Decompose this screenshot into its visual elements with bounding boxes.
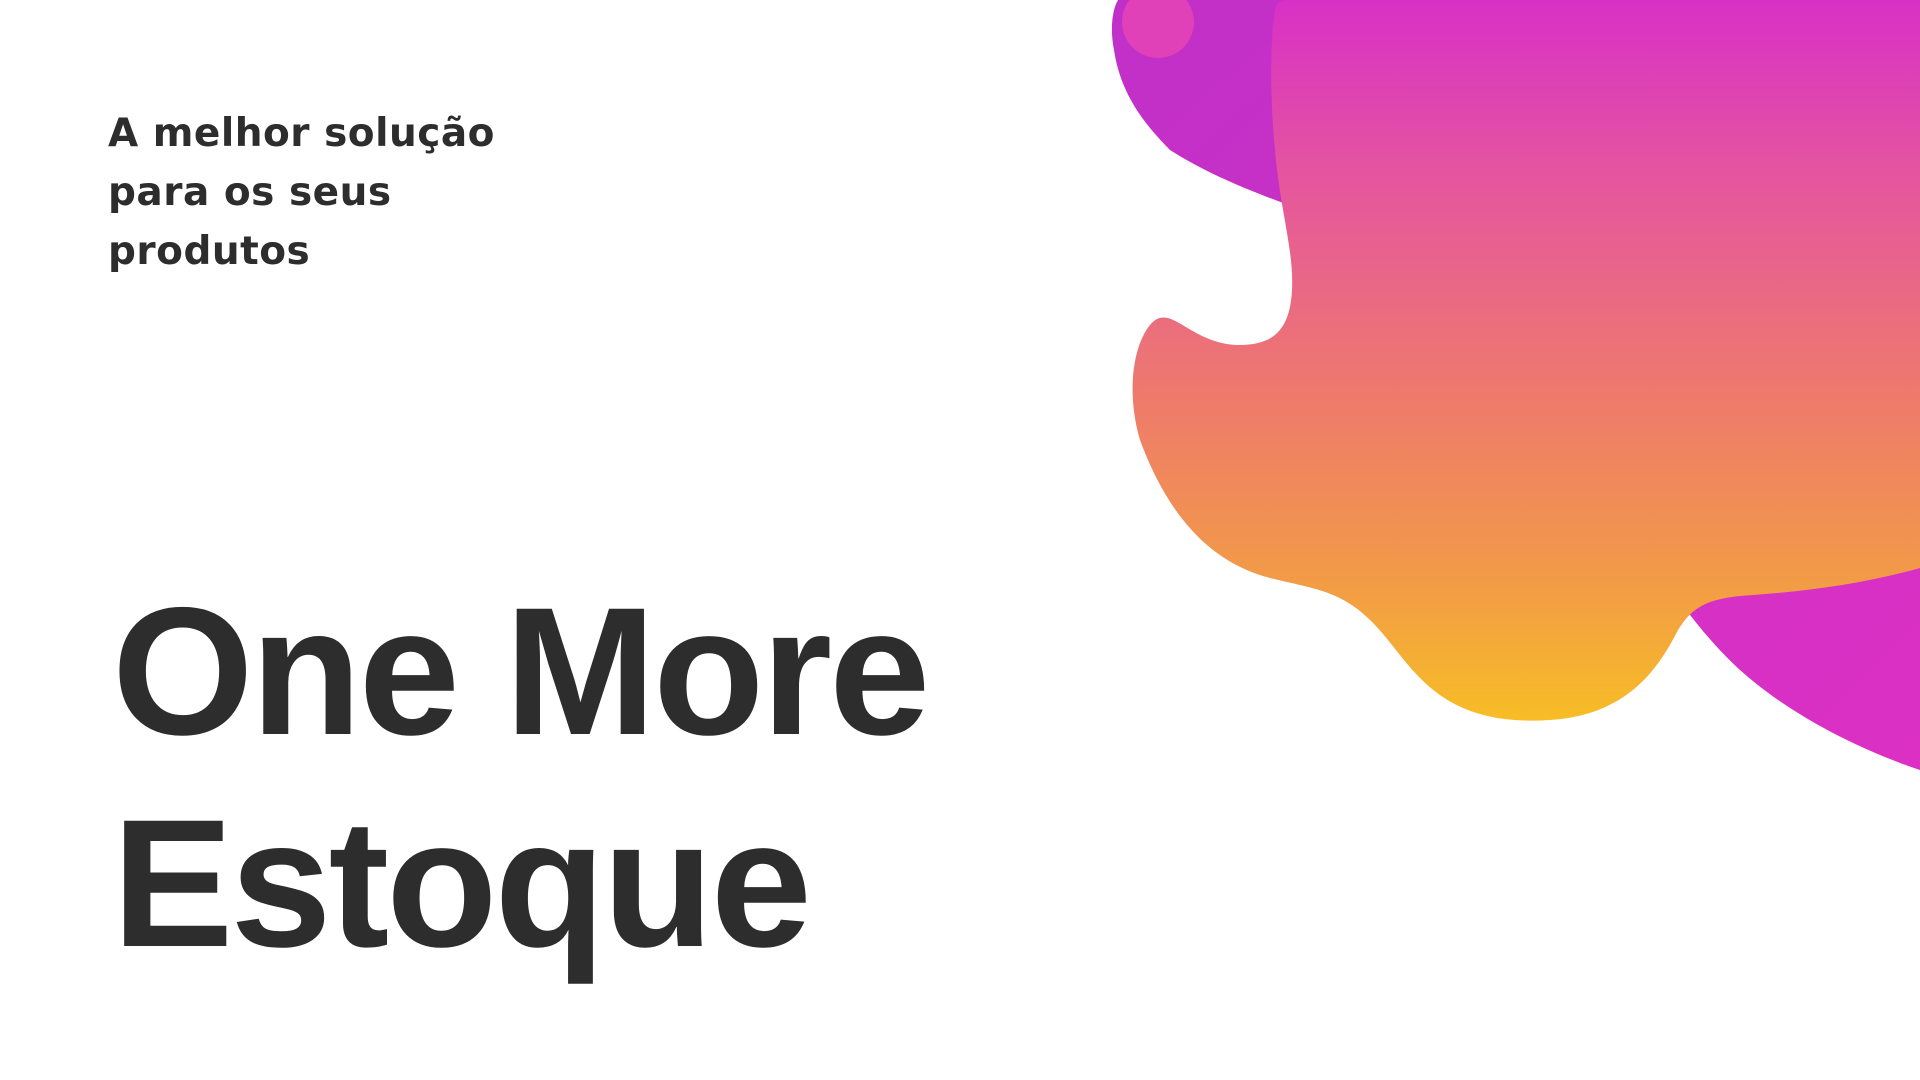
slide-title: One More Estoque bbox=[112, 565, 1112, 989]
title-line-2: Estoque bbox=[112, 781, 812, 985]
title-line-1: One More bbox=[112, 569, 930, 773]
presentation-slide: A melhor solução para os seus produtos O… bbox=[0, 0, 1920, 1080]
slide-tagline: A melhor solução para os seus produtos bbox=[108, 104, 668, 281]
tagline-line-1: A melhor solução bbox=[108, 111, 495, 156]
tagline-line-2: para os seus bbox=[108, 170, 392, 215]
gradient-blob-icon bbox=[1111, 0, 1920, 770]
tagline-line-3: produtos bbox=[108, 229, 311, 274]
